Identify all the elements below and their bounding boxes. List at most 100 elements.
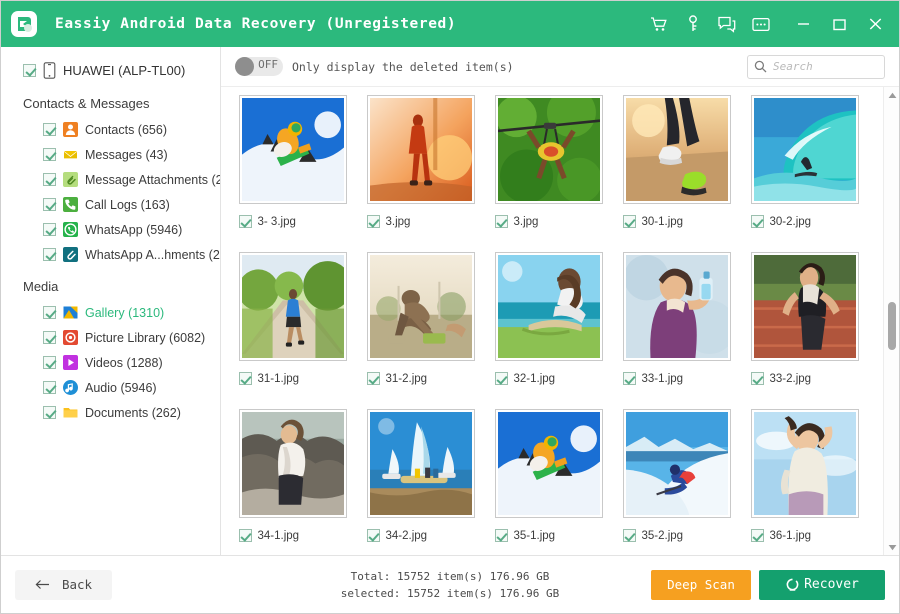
back-button[interactable]: Back — [15, 570, 112, 600]
minimize-icon[interactable] — [793, 14, 813, 34]
whatsapp-attachments-icon — [63, 247, 78, 262]
sidebar-item-whatsapp[interactable]: WhatsApp (5946) — [1, 217, 220, 242]
close-icon[interactable] — [865, 14, 885, 34]
file-name: 3.jpg — [514, 216, 539, 228]
whatsapp-checkbox[interactable] — [43, 223, 56, 236]
thumbnail[interactable] — [239, 252, 347, 361]
sidebar-device-row[interactable]: HUAWEI (ALP-TL00) — [1, 57, 220, 84]
grid-cell[interactable]: 35-2.jpg — [613, 409, 740, 555]
sidebar-item-documents[interactable]: Documents (262) — [1, 400, 220, 425]
surfer-wave-image — [754, 98, 856, 201]
file-name: 32-1.jpg — [514, 373, 556, 385]
thumbnail[interactable] — [495, 252, 603, 361]
thumbnail[interactable] — [367, 409, 475, 518]
sidebar-item-whatsapp-attachments[interactable]: WhatsApp A...hments (262) — [1, 242, 220, 267]
grid-cell[interactable]: 36-1.jpg — [741, 409, 868, 555]
file-checkbox[interactable] — [367, 372, 380, 385]
thumbnail[interactable] — [495, 95, 603, 204]
file-checkbox[interactable] — [623, 372, 636, 385]
file-checkbox[interactable] — [623, 529, 636, 542]
audio-checkbox[interactable] — [43, 381, 56, 394]
sidebar-item-messages[interactable]: Messages (43) — [1, 142, 220, 167]
woman-sky-pose-image — [754, 412, 856, 515]
scroll-down-icon[interactable] — [884, 539, 900, 555]
sidebar-item-contacts[interactable]: Contacts (656) — [1, 117, 220, 142]
thumbnail[interactable] — [751, 95, 859, 204]
file-checkbox[interactable] — [623, 215, 636, 228]
main-toolbar: OFF Only display the deleted item(s) — [221, 47, 899, 87]
sidebar-item-gallery[interactable]: Gallery (1310) — [1, 300, 220, 325]
sidebar-item-videos[interactable]: Videos (1288) — [1, 350, 220, 375]
sidebar-item-picture-library[interactable]: Picture Library (6082) — [1, 325, 220, 350]
grid-cell[interactable]: 30-2.jpg — [741, 95, 868, 252]
snowboarder-jump-image — [498, 412, 600, 515]
sidebar-item-call-logs[interactable]: Call Logs (163) — [1, 192, 220, 217]
body-area: HUAWEI (ALP-TL00) Contacts & Messages Co… — [1, 47, 899, 555]
grid-cell[interactable]: 32-1.jpg — [485, 252, 612, 409]
thumbnail[interactable] — [623, 409, 731, 518]
key-icon[interactable] — [683, 14, 703, 34]
gallery-checkbox[interactable] — [43, 306, 56, 319]
grid-cell[interactable]: 31-1.jpg — [229, 252, 356, 409]
grid-row: 3- 3.jpg — [229, 95, 877, 252]
file-checkbox[interactable] — [239, 215, 252, 228]
grid-cell[interactable]: 35-1.jpg — [485, 409, 612, 555]
grid-cell[interactable]: 3.jpg — [485, 95, 612, 252]
call-logs-checkbox[interactable] — [43, 198, 56, 211]
search-input[interactable] — [773, 60, 878, 73]
recover-icon — [785, 577, 800, 592]
sidebar-item-message-attachments[interactable]: Message Attachments (2) — [1, 167, 220, 192]
thumbnail[interactable] — [367, 95, 475, 204]
grid-cell[interactable]: 31-2.jpg — [357, 252, 484, 409]
file-checkbox[interactable] — [239, 529, 252, 542]
grid-cell[interactable]: 34-2.jpg — [357, 409, 484, 555]
maximize-icon[interactable] — [829, 14, 849, 34]
whatsapp-attachments-checkbox[interactable] — [43, 248, 56, 261]
file-checkbox[interactable] — [495, 372, 508, 385]
videos-checkbox[interactable] — [43, 356, 56, 369]
thumbnail[interactable] — [623, 252, 731, 361]
file-checkbox[interactable] — [495, 215, 508, 228]
grid-cell[interactable]: 3.jpg — [357, 95, 484, 252]
thumbnail[interactable] — [751, 409, 859, 518]
grid-cell[interactable]: 33-2.jpg — [741, 252, 868, 409]
message-attachments-checkbox[interactable] — [43, 173, 56, 186]
thumbnail[interactable] — [239, 409, 347, 518]
documents-checkbox[interactable] — [43, 406, 56, 419]
scrollbar-thumb[interactable] — [888, 302, 896, 350]
cart-icon[interactable] — [649, 14, 669, 34]
thumbnail[interactable] — [623, 95, 731, 204]
thumbnail[interactable] — [239, 95, 347, 204]
file-checkbox[interactable] — [751, 529, 764, 542]
file-checkbox[interactable] — [367, 529, 380, 542]
sidebar-item-audio[interactable]: Audio (5946) — [1, 375, 220, 400]
deep-scan-button[interactable]: Deep Scan — [651, 570, 751, 600]
feedback-icon[interactable] — [717, 14, 737, 34]
file-checkbox[interactable] — [751, 372, 764, 385]
file-checkbox[interactable] — [239, 372, 252, 385]
grid-cell[interactable]: 33-1.jpg — [613, 252, 740, 409]
picture-library-checkbox[interactable] — [43, 331, 56, 344]
file-name: 33-2.jpg — [770, 373, 812, 385]
recover-button[interactable]: Recover — [759, 570, 885, 600]
message-attachments-icon — [63, 172, 78, 187]
file-checkbox[interactable] — [751, 215, 764, 228]
deleted-items-toggle[interactable]: OFF — [235, 57, 283, 76]
device-checkbox[interactable] — [23, 64, 36, 77]
grid-cell[interactable]: 34-1.jpg — [229, 409, 356, 555]
vertical-scrollbar[interactable] — [883, 87, 899, 555]
file-checkbox[interactable] — [495, 529, 508, 542]
messages-checkbox[interactable] — [43, 148, 56, 161]
grid-cell[interactable]: 30-1.jpg — [613, 95, 740, 252]
thumbnail[interactable] — [367, 252, 475, 361]
grid-cell[interactable]: 3- 3.jpg — [229, 95, 356, 252]
file-checkbox[interactable] — [367, 215, 380, 228]
thumbnail[interactable] — [751, 252, 859, 361]
search-box[interactable] — [747, 55, 885, 79]
scroll-up-icon[interactable] — [884, 87, 900, 103]
more-menu-icon[interactable] — [751, 14, 771, 34]
thumbnail[interactable] — [495, 409, 603, 518]
grid-cell-label: 34-1.jpg — [239, 529, 347, 542]
toggle-state-label: OFF — [258, 58, 278, 71]
contacts-checkbox[interactable] — [43, 123, 56, 136]
